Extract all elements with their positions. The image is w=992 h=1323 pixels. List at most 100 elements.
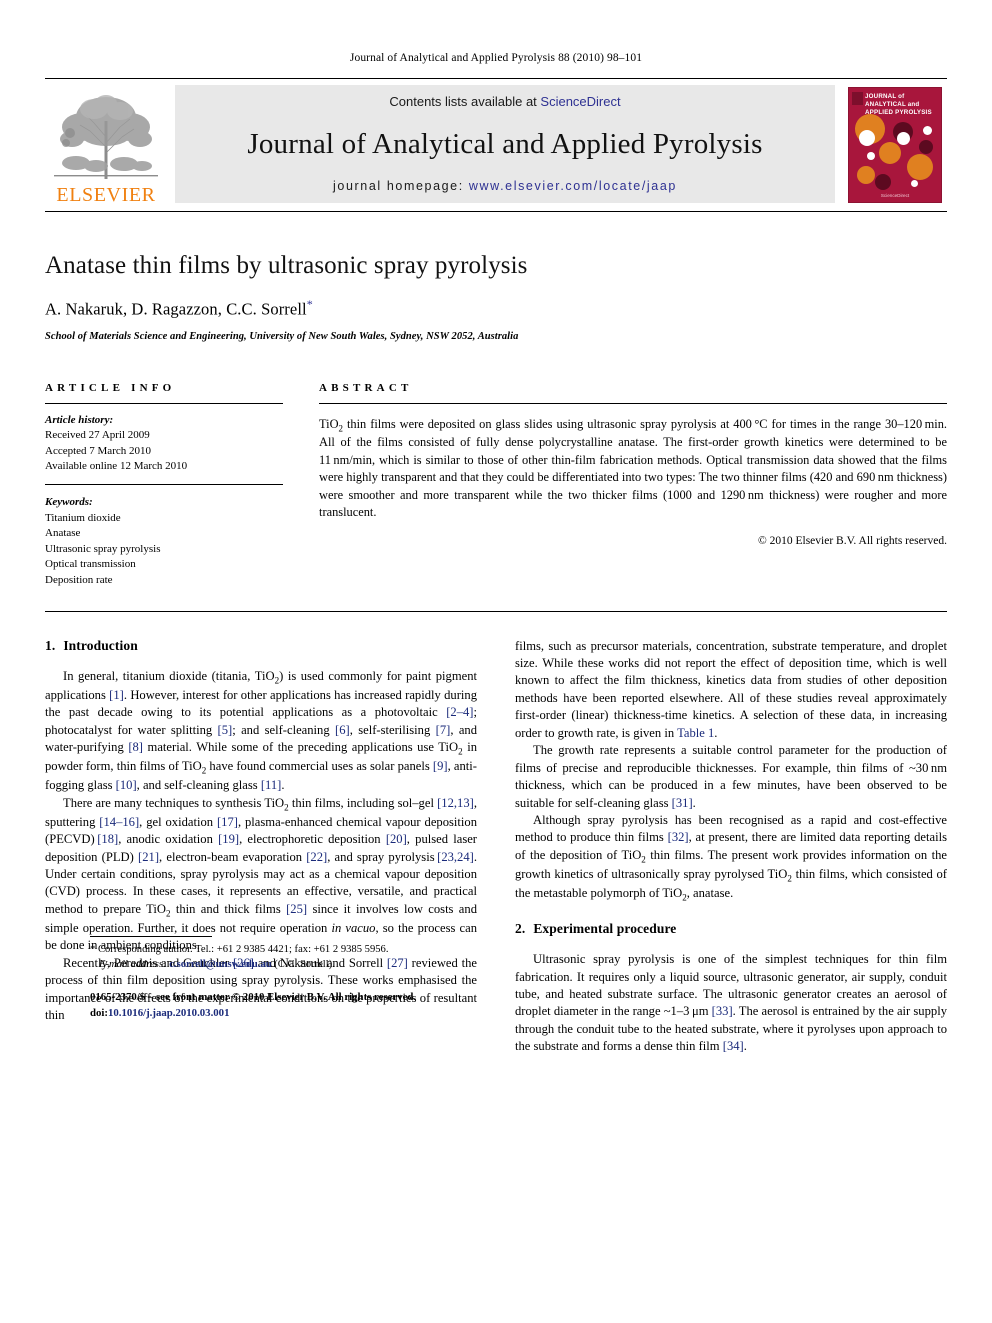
intro-paragraph-2: There are many techniques to synthesis T… (45, 795, 478, 953)
citation-link[interactable]: [12,13] (437, 796, 474, 810)
corresponding-author-note: * Corresponding author. Tel.: +61 2 9385… (90, 943, 522, 958)
section-heading-experimental: 2. Experimental procedure (515, 921, 947, 937)
keywords-block: Keywords: Titanium dioxide Anatase Ultra… (45, 495, 283, 589)
experimental-section: 2. Experimental procedure Ultrasonic spra… (515, 921, 947, 1056)
article-history-block: Article history: Received 27 April 2009 … (45, 413, 283, 475)
citation-link[interactable]: [34] (723, 1039, 744, 1053)
affiliation: School of Materials Science and Engineer… (45, 330, 519, 342)
citation-link[interactable]: [17] (217, 815, 238, 829)
exp-title: Experimental procedure (533, 921, 677, 937)
cover-footer-text: ScienceDirect (880, 193, 910, 198)
email-suffix: (C.C. Sorrell). (271, 958, 335, 970)
abstract-heading: ABSTRACT (319, 381, 413, 394)
cover-title-line2: ANALYTICAL and (865, 101, 920, 109)
intro-paragraph-4: films, such as precursor materials, conc… (515, 638, 947, 740)
citation-link[interactable]: [23,24] (437, 850, 474, 864)
cover-title-text: JOURNAL of ANALYTICAL and APPLIED PYROLY… (865, 93, 937, 118)
citation-link[interactable]: [8] (128, 740, 143, 754)
contents-lists-line: Contents lists available at ScienceDirec… (389, 94, 620, 109)
section-heading-introduction: 1. Introduction (45, 638, 477, 654)
keyword-item: Optical transmission (45, 558, 136, 571)
exp-number: 2. (515, 921, 526, 937)
doi-label: doi: (90, 1007, 108, 1020)
table-reference-link[interactable]: Table 1 (677, 726, 714, 740)
intro-paragraph-5: The growth rate represents a suitable co… (515, 743, 947, 810)
corresponding-author-marker: * (306, 297, 313, 311)
journal-cover-thumbnail: JOURNAL of ANALYTICAL and APPLIED PYROLY… (843, 79, 947, 211)
homepage-url-link[interactable]: www.elsevier.com/locate/jaap (469, 179, 677, 193)
keyword-item: Titanium dioxide (45, 511, 121, 524)
citation-link[interactable]: [14–16] (99, 815, 139, 829)
email-link[interactable]: c.sorrell@unsw.edu.au (169, 959, 271, 970)
keywords-label: Keywords: (45, 495, 93, 508)
intro-title: Introduction (63, 637, 138, 653)
article-title: Anatase thin films by ultrasonic spray p… (45, 252, 528, 279)
intro-paragraph-6: Although spray pyrolysis has been recogn… (515, 812, 947, 903)
homepage-prefix: journal homepage: (333, 179, 469, 193)
body-columns: 1. Introduction In general, titanium diox… (45, 638, 947, 1056)
keyword-item: Ultrasonic spray pyrolysis (45, 542, 161, 555)
citation-link[interactable]: [18] (97, 832, 118, 846)
journal-title: Journal of Analytical and Applied Pyroly… (247, 127, 763, 160)
citation-link[interactable]: [32] (668, 830, 689, 844)
citation-link[interactable]: [2–4] (446, 705, 473, 719)
banner-center: Contents lists available at ScienceDirec… (175, 85, 835, 203)
citation-link[interactable]: [22] (306, 850, 327, 864)
citation-link[interactable]: [20] (386, 832, 407, 846)
intro-number: 1. (45, 637, 56, 653)
keywords-rule (45, 483, 283, 485)
sciencedirect-link[interactable]: ScienceDirect (540, 94, 620, 109)
issn-copyright-block: 0165-2370/$ – see front matter © 2010 El… (90, 990, 522, 1021)
keyword-item: Anatase (45, 527, 81, 540)
left-column: 1. Introduction In general, titanium diox… (45, 638, 477, 1056)
footnote-area: * Corresponding author. Tel.: +61 2 9385… (90, 935, 522, 1022)
doi-line: doi:10.1016/j.jaap.2010.03.001 (90, 1006, 522, 1022)
email-note: E-mail address: c.sorrell@unsw.edu.au (C… (90, 958, 522, 973)
experimental-paragraph-1: Ultrasonic spray pyrolysis is one of the… (515, 952, 947, 1054)
citation-link[interactable]: [10] (116, 778, 137, 792)
journal-homepage-line: journal homepage: www.elsevier.com/locat… (333, 179, 677, 193)
doi-link[interactable]: 10.1016/j.jaap.2010.03.001 (108, 1007, 229, 1019)
article-history-label: Article history: (45, 413, 114, 426)
author-list: A. Nakaruk, D. Ragazzon, C.C. Sorrell* (45, 297, 947, 320)
article-info-rule (45, 402, 283, 404)
article-info-heading: ARTICLE INFO (45, 381, 176, 394)
right-column: films, such as precursor materials, conc… (515, 638, 947, 1056)
latin-phrase: in vacuo (331, 920, 376, 935)
elsevier-tree-icon (50, 87, 162, 185)
citation-link[interactable]: [6] (335, 723, 350, 737)
intro-paragraph-1: In general, titanium dioxide (titania, T… (45, 668, 478, 793)
citation-link[interactable]: [7] (436, 723, 451, 737)
cover-image: JOURNAL of ANALYTICAL and APPLIED PYROLY… (848, 87, 942, 203)
citation-link[interactable]: [25] (286, 902, 307, 916)
citation-link[interactable]: [9] (433, 759, 448, 773)
body-separator-rule (45, 610, 947, 612)
history-online: Available online 12 March 2010 (45, 460, 188, 473)
abstract-text: TiO2 thin films were deposited on glass … (319, 416, 947, 519)
cover-elsevier-mark-icon (852, 92, 863, 105)
author-names: A. Nakaruk, D. Ragazzon, C.C. Sorrell (45, 299, 307, 319)
contents-prefix: Contents lists available at (389, 94, 541, 109)
title-block: Anatase thin films by ultrasonic spray p… (45, 252, 947, 342)
issn-line: 0165-2370/$ – see front matter © 2010 El… (90, 991, 417, 1004)
elsevier-logo: ELSEVIER (45, 79, 167, 211)
history-received: Received 27 April 2009 (45, 429, 150, 442)
corresponding-author-text: Corresponding author. Tel.: +61 2 9385 4… (95, 943, 389, 955)
footnote-rule (90, 935, 212, 937)
citation-link[interactable]: [19] (218, 832, 239, 846)
paper-page: Journal of Analytical and Applied Pyroly… (0, 0, 992, 1323)
cover-title-line1: JOURNAL of (865, 93, 905, 100)
citation-link[interactable]: [11] (261, 778, 282, 792)
citation-link[interactable]: [1] (109, 688, 124, 702)
citation-link[interactable]: [31] (672, 796, 693, 810)
running-head: Journal of Analytical and Applied Pyroly… (349, 52, 643, 64)
citation-link[interactable]: [5] (218, 723, 233, 737)
email-label: E-mail address: (99, 958, 167, 970)
abstract-copyright: © 2010 Elsevier B.V. All rights reserved… (758, 535, 947, 548)
citation-link[interactable]: [21] (138, 850, 159, 864)
abstract-rule (319, 402, 947, 404)
elsevier-wordmark: ELSEVIER (56, 184, 156, 206)
info-abstract-row: ARTICLE INFO Article history: Received 2… (45, 382, 947, 589)
citation-link[interactable]: [33] (712, 1004, 733, 1018)
article-info-column: ARTICLE INFO Article history: Received 2… (45, 382, 283, 589)
